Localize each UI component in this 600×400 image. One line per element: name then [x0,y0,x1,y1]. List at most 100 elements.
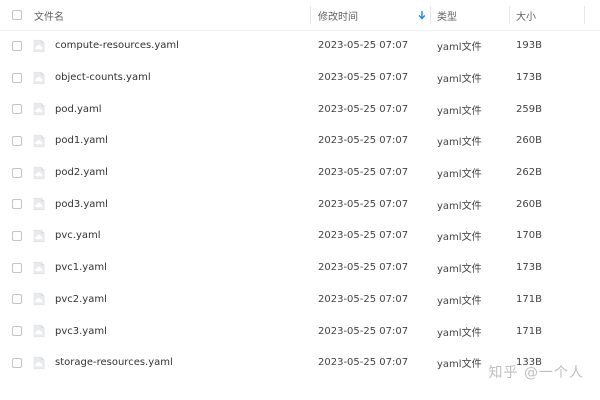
file-modified: 2023-05-25 07:07 [318,230,409,242]
file-modified: 2023-05-25 07:07 [318,135,409,147]
file-name[interactable]: pvc.yaml [55,230,101,241]
table-row[interactable]: compute-resources.yaml 2023-05-25 07:07 … [0,30,600,62]
file-name[interactable]: pvc3.yaml [55,326,107,337]
file-name-cell[interactable]: pod3.yaml [32,188,308,220]
file-rows: compute-resources.yaml 2023-05-25 07:07 … [0,30,600,379]
file-name-cell[interactable]: compute-resources.yaml [32,30,308,62]
file-size: 262B [516,167,542,179]
table-header: 文件名 修改时间 类型 大小 [0,0,600,31]
row-checkbox-cell [12,220,26,252]
file-name[interactable]: storage-resources.yaml [55,357,173,368]
select-all-checkbox[interactable] [12,10,22,20]
file-list: 文件名 修改时间 类型 大小 compute-resources.yaml 20… [0,0,600,400]
row-checkbox-cell [12,62,26,94]
row-checkbox-cell [12,315,26,347]
row-checkbox[interactable] [12,135,22,146]
row-checkbox[interactable] [12,40,22,51]
file-modified: 2023-05-25 07:07 [318,293,409,305]
column-divider[interactable] [509,6,510,24]
file-size: 171B [516,293,542,305]
file-modified: 2023-05-25 07:07 [318,357,409,369]
file-name[interactable]: pod1.yaml [55,135,108,146]
table-row[interactable]: pvc.yaml 2023-05-25 07:07 yaml文件 170B [0,220,600,252]
file-size: 171B [516,325,542,337]
file-name[interactable]: pod.yaml [55,104,102,115]
table-row[interactable]: pod3.yaml 2023-05-25 07:07 yaml文件 260B [0,188,600,220]
file-icon [33,39,45,52]
row-checkbox[interactable] [12,357,22,368]
file-type: yaml文件 [437,200,482,212]
file-type: yaml文件 [437,105,482,117]
row-checkbox[interactable] [12,230,22,241]
file-name[interactable]: compute-resources.yaml [55,40,179,51]
file-type: yaml文件 [437,232,482,244]
column-header-type[interactable]: 类型 [437,0,510,30]
file-type: yaml文件 [437,42,482,54]
file-icon [33,103,45,116]
file-icon [33,134,45,148]
file-modified: 2023-05-25 07:07 [318,167,409,179]
file-name-cell[interactable]: object-counts.yaml [32,62,308,94]
table-row[interactable]: pod1.yaml 2023-05-25 07:07 yaml文件 260B [0,125,600,157]
row-checkbox-cell [12,252,26,284]
file-name-cell[interactable]: pvc1.yaml [32,252,308,284]
file-name[interactable]: pvc1.yaml [55,262,107,273]
column-header-size[interactable]: 大小 [516,0,586,30]
table-row[interactable]: pod.yaml 2023-05-25 07:07 yaml文件 259B [0,93,600,125]
file-name-cell[interactable]: storage-resources.yaml [32,347,308,379]
row-checkbox[interactable] [12,167,22,178]
row-checkbox[interactable] [12,104,22,115]
file-size: 260B [516,198,542,210]
file-name-cell[interactable]: pod1.yaml [32,125,308,157]
file-icon [33,356,45,369]
table-row[interactable]: pvc2.yaml 2023-05-25 07:07 yaml文件 171B [0,284,600,316]
row-checkbox[interactable] [12,294,22,305]
file-name-cell[interactable]: pvc3.yaml [32,315,308,347]
file-name[interactable]: pvc2.yaml [55,294,107,305]
file-name-cell[interactable]: pvc2.yaml [32,284,308,316]
column-header-modified[interactable]: 修改时间 [318,0,430,30]
table-row[interactable]: object-counts.yaml 2023-05-25 07:07 yaml… [0,62,600,94]
file-icon [33,71,45,84]
row-checkbox[interactable] [12,199,22,210]
file-size: 260B [516,135,542,147]
file-modified: 2023-05-25 07:07 [318,325,409,337]
row-checkbox[interactable] [12,326,22,337]
table-row[interactable]: pvc3.yaml 2023-05-25 07:07 yaml文件 171B [0,315,600,347]
file-modified: 2023-05-25 07:07 [318,72,409,84]
file-type: yaml文件 [437,137,482,149]
file-name-cell[interactable]: pod2.yaml [32,157,308,189]
file-name[interactable]: object-counts.yaml [55,72,151,83]
file-icon [33,293,45,306]
file-size: 193B [516,40,542,52]
file-size: 170B [516,230,542,242]
row-checkbox-cell [12,347,26,379]
file-icon [33,261,45,274]
column-header-name[interactable]: 文件名 [34,0,310,30]
row-checkbox-cell [12,30,26,62]
row-checkbox-cell [12,125,26,157]
table-row[interactable]: pod2.yaml 2023-05-25 07:07 yaml文件 262B [0,157,600,189]
file-size: 173B [516,72,542,84]
row-checkbox[interactable] [12,262,22,273]
file-size: 259B [516,103,542,115]
row-checkbox-cell [12,93,26,125]
row-checkbox-cell [12,188,26,220]
file-type: yaml文件 [437,74,482,86]
file-name[interactable]: pod2.yaml [55,167,108,178]
watermark: 知乎 @一个人 [488,365,584,381]
file-name-cell[interactable]: pvc.yaml [32,220,308,252]
table-row[interactable]: pvc1.yaml 2023-05-25 07:07 yaml文件 173B [0,252,600,284]
file-type: yaml文件 [437,295,482,307]
file-name[interactable]: pod3.yaml [55,199,108,210]
row-checkbox-cell [12,157,26,189]
column-divider[interactable] [430,6,431,24]
sort-descending-icon[interactable] [418,10,426,20]
column-divider[interactable] [310,6,311,24]
file-icon [33,166,45,179]
file-type: yaml文件 [437,169,482,181]
select-all-cell [12,0,26,30]
column-divider[interactable] [584,6,585,24]
row-checkbox[interactable] [12,72,22,83]
file-name-cell[interactable]: pod.yaml [32,93,308,125]
